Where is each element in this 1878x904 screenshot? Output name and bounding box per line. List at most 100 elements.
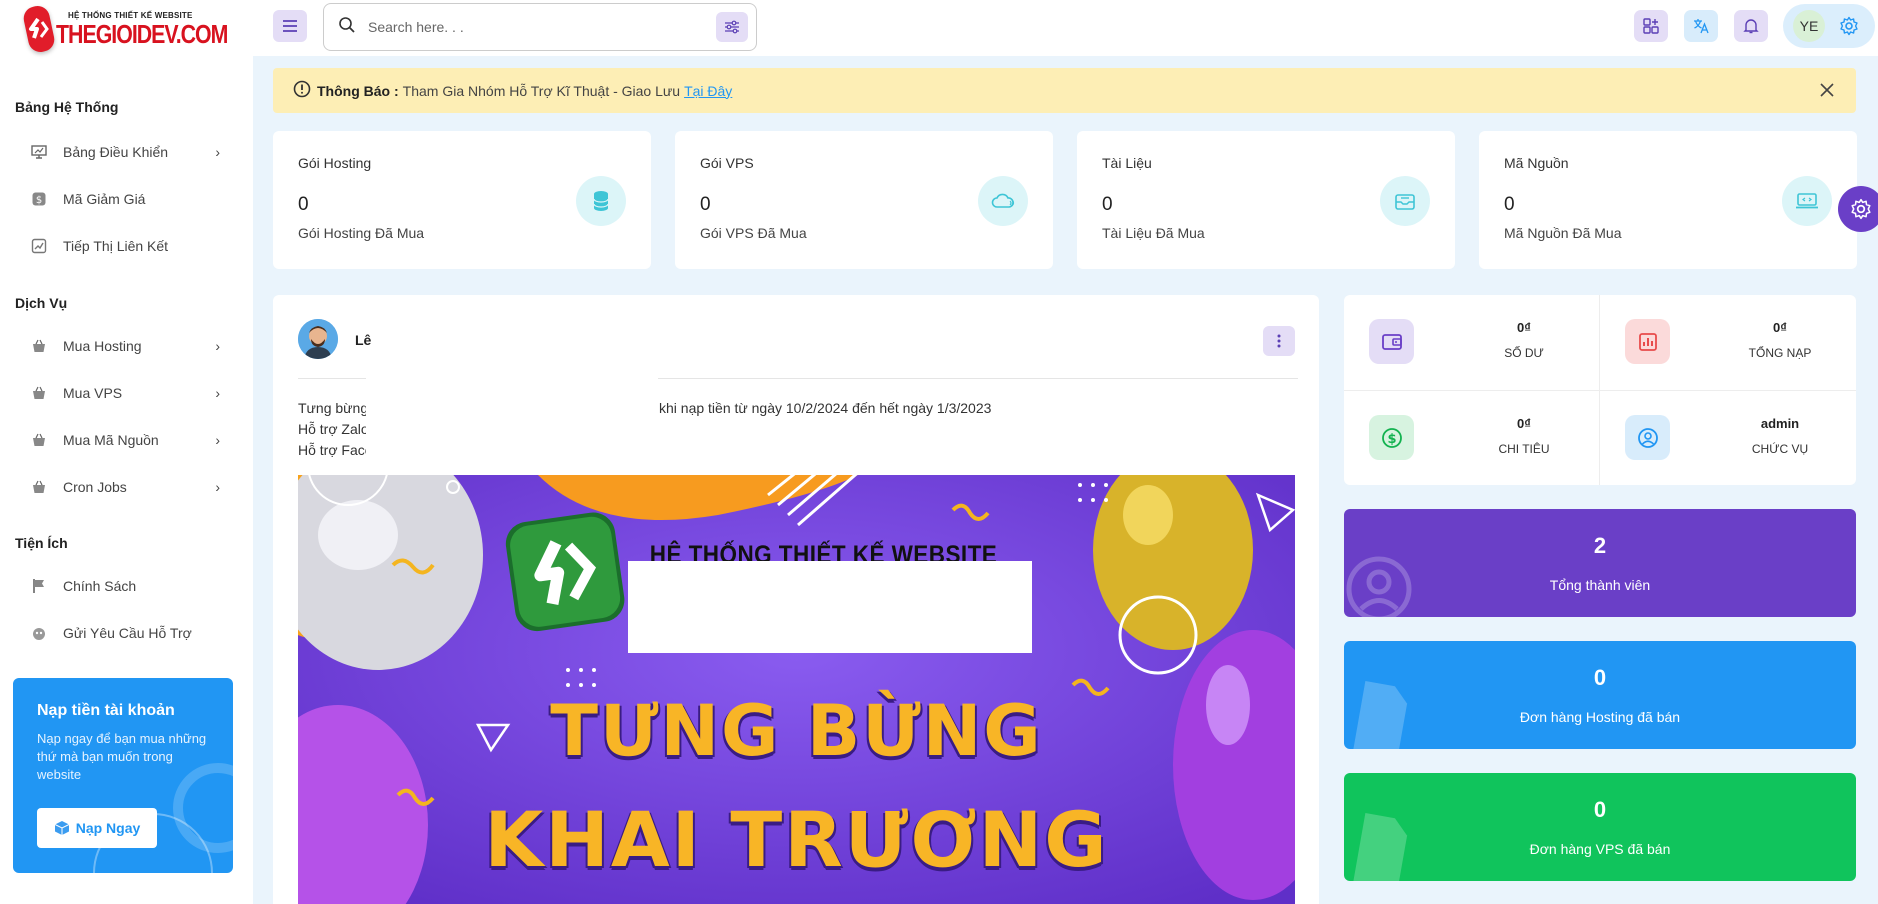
stat-value: 0 — [1504, 194, 1515, 215]
affiliate-icon — [30, 237, 48, 255]
svg-text:$: $ — [1387, 432, 1396, 447]
post-line-tail: khi nạp tiền từ ngày 10/2/2024 đến hết n… — [659, 400, 992, 416]
stat-title: Tài Liệu — [1102, 155, 1152, 171]
balance-value: 0₫ — [1517, 320, 1531, 335]
bell-icon — [1743, 19, 1759, 34]
section-title-system: Bảng Hệ Thống — [15, 99, 119, 115]
coupon-icon: $ — [30, 190, 48, 208]
hosting-orders-value: 0 — [1593, 665, 1607, 690]
sidebar-item-coupon[interactable]: $ Mã Giảm Giá — [30, 184, 220, 214]
stat-subtitle: Gói Hosting Đã Mua — [298, 225, 425, 241]
spending-cell: $ 0₫ CHI TIÊU — [1344, 391, 1600, 486]
sidebar-item-label: Tiếp Thị Liên Kết — [63, 238, 169, 254]
sidebar-item-cron-jobs[interactable]: Cron Jobs › — [30, 472, 220, 502]
sidebar-item-buy-vps[interactable]: Mua VPS › — [30, 378, 220, 408]
search-filter-button[interactable] — [716, 12, 748, 42]
sidebar-item-label: Bảng Điều Khiển — [63, 144, 169, 160]
search-icon — [338, 16, 356, 39]
support-icon — [30, 624, 48, 642]
post-line: Hỗ trợ Face — [298, 442, 373, 458]
sidebar-item-label: Mua Mã Nguồn — [63, 432, 159, 448]
redaction-mask — [366, 375, 658, 465]
user-circle-icon — [1625, 415, 1670, 460]
cloud-icon — [978, 176, 1028, 226]
stat-card-source-code[interactable]: Mã Nguồn 0 Mã Nguồn Đã Mua — [1479, 131, 1857, 269]
search-box — [323, 3, 757, 51]
stat-subtitle: Tài Liệu Đã Mua — [1102, 225, 1205, 241]
total-members-value: 2 — [1593, 533, 1607, 558]
chevron-right-icon: › — [215, 338, 220, 354]
post-line: Hỗ trợ Zalo — [298, 421, 369, 437]
chart-icon — [1625, 319, 1670, 364]
sidebar: HỆ THỐNG THIẾT KẾ WEBSITE THEGIOIDEV.COM… — [0, 0, 253, 904]
vps-orders-label: Đơn hàng VPS đã bán — [1529, 841, 1671, 857]
balance-label: SỐ DƯ — [1504, 346, 1544, 360]
sidebar-item-policy[interactable]: Chính Sách — [30, 571, 220, 601]
apps-button[interactable] — [1634, 10, 1668, 42]
sliders-icon — [725, 20, 739, 34]
basket-icon — [30, 431, 48, 449]
menu-toggle-button[interactable] — [273, 10, 307, 42]
wallet-icon — [1369, 319, 1414, 364]
inbox-icon — [1380, 176, 1430, 226]
gear-icon — [1851, 198, 1871, 220]
settings-gear-icon[interactable] — [1839, 16, 1859, 41]
author-avatar — [298, 319, 338, 359]
cube-icon — [54, 820, 70, 836]
sidebar-item-buy-source[interactable]: Mua Mã Nguồn › — [30, 425, 220, 455]
total-members-card: 2 Tổng thành viên — [1344, 509, 1856, 617]
sidebar-item-label: Chính Sách — [63, 578, 137, 594]
vps-orders-card: 0 Đơn hàng VPS đã bán — [1344, 773, 1856, 881]
stat-card-hosting[interactable]: Gói Hosting 0 Gói Hosting Đã Mua — [273, 131, 651, 269]
author-name: Lê — [355, 332, 372, 348]
total-topup-label: TỔNG NẠP — [1748, 346, 1812, 360]
section-title-utilities: Tiện Ích — [15, 535, 68, 551]
basket-icon — [30, 478, 48, 496]
sidebar-item-label: Mua VPS — [63, 385, 123, 401]
promo-title: Nạp tiền tài khoản — [37, 702, 175, 719]
section-title-services: Dịch Vụ — [15, 295, 68, 311]
stat-card-documents[interactable]: Tài Liệu 0 Tài Liệu Đã Mua — [1077, 131, 1455, 269]
brand-name: THEGIOIDEV.COM — [56, 18, 228, 49]
language-button[interactable] — [1684, 10, 1718, 42]
stat-title: Gói VPS — [700, 155, 754, 171]
stat-value: 0 — [298, 194, 309, 215]
chevron-right-icon: › — [215, 144, 220, 160]
alert-circle-icon — [293, 80, 311, 101]
topup-now-button[interactable]: Nạp Ngay — [37, 808, 157, 848]
notifications-button[interactable] — [1734, 10, 1768, 42]
sidebar-item-buy-hosting[interactable]: Mua Hosting › — [30, 331, 220, 361]
avatar[interactable]: YE — [1793, 10, 1825, 42]
database-icon — [576, 176, 626, 226]
vps-orders-value: 0 — [1593, 797, 1607, 822]
topup-promo-card: Nạp tiền tài khoản Nạp ngay để bạn mua n… — [13, 678, 233, 873]
role-value: admin — [1760, 416, 1800, 431]
search-input[interactable] — [368, 19, 698, 35]
balance-cell: 0₫ SỐ DƯ — [1344, 295, 1600, 390]
total-topup-cell: 0₫ TỔNG NẠP — [1600, 295, 1856, 390]
dollar-icon: $ — [1369, 415, 1414, 460]
stat-subtitle: Gói VPS Đã Mua — [700, 225, 807, 241]
announcement-label: Thông Báo : — [317, 82, 399, 99]
chevron-right-icon: › — [215, 385, 220, 401]
user-menu[interactable]: YE — [1783, 4, 1875, 48]
sidebar-item-label: Mua Hosting — [63, 338, 142, 354]
stat-subtitle: Mã Nguồn Đã Mua — [1504, 225, 1622, 241]
sidebar-item-affiliate[interactable]: Tiếp Thị Liên Kết — [30, 231, 220, 261]
stat-value: 0 — [700, 194, 711, 215]
stat-card-vps[interactable]: Gói VPS 0 Gói VPS Đã Mua — [675, 131, 1053, 269]
brand-logo[interactable]: HỆ THỐNG THIẾT KẾ WEBSITE THEGIOIDEV.COM — [21, 3, 228, 55]
post-options-button[interactable] — [1263, 326, 1295, 356]
hosting-orders-label: Đơn hàng Hosting đã bán — [1519, 709, 1681, 725]
sidebar-item-support[interactable]: Gửi Yêu Cầu Hỗ Trợ — [30, 618, 220, 648]
flag-icon — [30, 577, 48, 595]
laptop-code-icon — [1782, 176, 1832, 226]
role-cell: admin CHỨC VỤ — [1600, 391, 1856, 486]
topup-now-label: Nạp Ngay — [75, 820, 141, 836]
close-icon[interactable] — [1818, 81, 1836, 102]
theme-settings-button[interactable] — [1838, 186, 1878, 232]
banner-headline-line2: KHAI TRƯƠNG — [484, 795, 1109, 884]
stat-value: 0 — [1102, 194, 1113, 215]
announcement-link[interactable]: Tại Đây — [684, 83, 732, 99]
sidebar-item-dashboard[interactable]: Bảng Điều Khiển › — [30, 137, 220, 167]
